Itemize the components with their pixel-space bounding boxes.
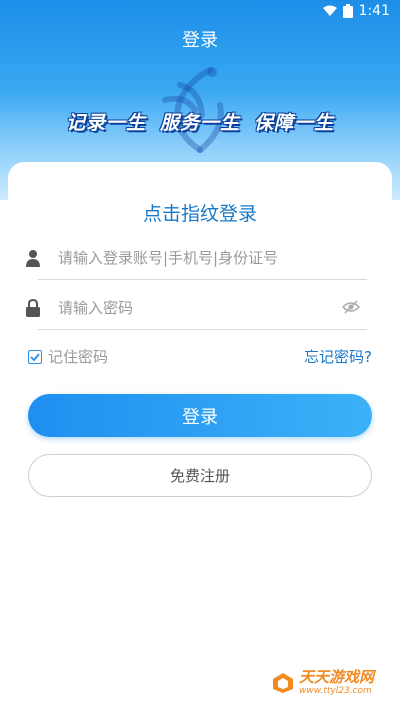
status-bar: 1:41 [0, 0, 400, 24]
register-button[interactable]: 免费注册 [28, 454, 372, 497]
account-underline [38, 279, 367, 280]
forgot-password-link[interactable]: 忘记密码? [304, 346, 372, 367]
remember-label: 记住密码 [48, 348, 109, 366]
battery-icon [342, 4, 353, 18]
fingerprint-login-link[interactable]: 点击指纹登录 [8, 199, 392, 226]
watermark-url: www.ttyl23.com [298, 686, 372, 696]
user-icon [26, 250, 40, 267]
wifi-icon [322, 5, 337, 16]
password-underline [38, 329, 367, 330]
slogan-row: 记录一生 服务一生 保障一生 [0, 108, 400, 135]
lock-icon [26, 299, 40, 317]
watermark-text: 天天游戏网 [298, 668, 374, 686]
eye-hidden-icon[interactable] [342, 300, 360, 314]
slogan-2: 服务一生 [159, 112, 240, 134]
login-card: 点击指纹登录 记住密码 忘记密码? 登录 免费注册 [8, 162, 392, 722]
watermark-logo-icon [272, 673, 293, 693]
page-title: 登录 [182, 30, 218, 51]
remember-password-checkbox[interactable]: 记住密码 [28, 346, 108, 367]
login-button[interactable]: 登录 [28, 394, 372, 437]
status-time: 1:41 [358, 3, 390, 19]
account-field [26, 236, 367, 280]
watermark: 天天游戏网 www.ttyl23.com [271, 670, 374, 696]
slogan-3: 保障一生 [254, 112, 335, 134]
account-input[interactable] [56, 242, 330, 274]
password-field [26, 286, 367, 330]
checkbox-icon [28, 349, 42, 364]
password-input[interactable] [56, 292, 330, 324]
slogan-1: 记录一生 [65, 112, 146, 134]
